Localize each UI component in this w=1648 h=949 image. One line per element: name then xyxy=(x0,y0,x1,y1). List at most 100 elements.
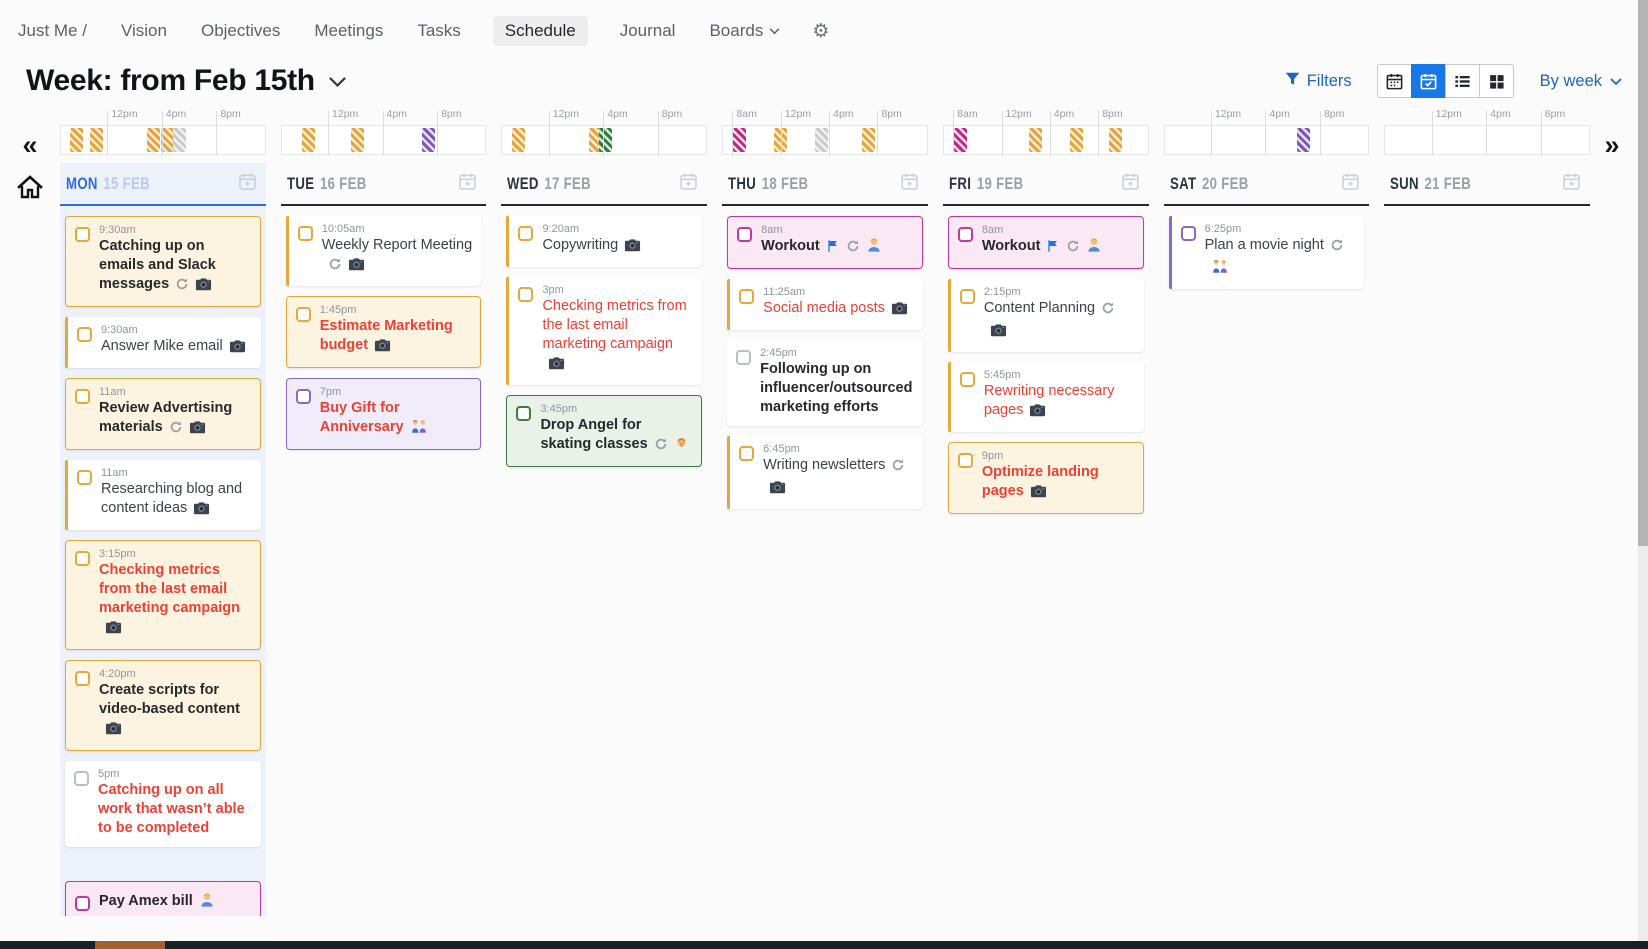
nav-item-vision[interactable]: Vision xyxy=(119,16,169,46)
list-view-button[interactable] xyxy=(1445,64,1480,98)
nav-item-meetings[interactable]: Meetings xyxy=(312,16,385,46)
task-checkbox[interactable] xyxy=(75,551,90,566)
task-card[interactable]: 5pmCatching up on all work that wasn’t a… xyxy=(65,761,261,847)
task-card[interactable]: 6:45pmWriting newsletters xyxy=(727,436,923,509)
week-title-dropdown[interactable]: Week: from Feb 15th xyxy=(26,64,346,98)
filters-button[interactable]: Filters xyxy=(1285,72,1352,91)
timeline-tick-label: 4pm xyxy=(829,108,853,120)
horizontal-scrollbar-thumb[interactable] xyxy=(95,941,165,949)
horizontal-scrollbar[interactable] xyxy=(0,941,1648,949)
task-checkbox[interactable] xyxy=(960,372,975,387)
day-header-sat[interactable]: SAT20 FEB xyxy=(1164,163,1370,206)
task-checkbox[interactable] xyxy=(296,389,311,404)
task-card[interactable]: 2:45pmFollowing up on influencer/outsour… xyxy=(727,340,923,426)
task-card[interactable]: 11:25amSocial media posts xyxy=(727,279,923,330)
task-checkbox[interactable] xyxy=(736,350,751,365)
planner-view-button[interactable] xyxy=(1411,64,1446,98)
timeline-tick-label: 4pm xyxy=(603,108,627,120)
home-button[interactable] xyxy=(17,175,43,204)
next-week-button[interactable]: » xyxy=(1604,132,1619,159)
task-card[interactable]: 3pmChecking metrics from the last email … xyxy=(506,277,702,385)
task-checkbox[interactable] xyxy=(77,327,92,342)
task-checkbox[interactable] xyxy=(1181,226,1196,241)
task-card[interactable]: 11amReview Advertising materials xyxy=(65,378,261,450)
day-header-wed[interactable]: WED17 FEB xyxy=(501,163,707,206)
task-checkbox[interactable] xyxy=(77,470,92,485)
task-checkbox[interactable] xyxy=(958,453,973,468)
task-title-row: Researching blog and content ideas xyxy=(101,480,253,521)
task-card[interactable]: 3:15pmChecking metrics from the last ema… xyxy=(65,540,261,650)
day-header-tue[interactable]: TUE16 FEB xyxy=(281,163,487,206)
task-card[interactable]: 6:25pmPlan a movie night xyxy=(1169,216,1365,289)
task-card[interactable]: 3:45pmDrop Angel for skating classes xyxy=(506,395,702,467)
task-checkbox[interactable] xyxy=(75,671,90,686)
calendar-add-icon[interactable] xyxy=(899,171,920,197)
task-checkbox[interactable] xyxy=(518,226,533,241)
calendar-add-icon[interactable] xyxy=(237,171,258,197)
task-checkbox[interactable] xyxy=(296,307,311,322)
previous-week-button[interactable]: « xyxy=(22,132,37,159)
vertical-scrollbar[interactable] xyxy=(1638,0,1648,941)
task-card[interactable]: 5:45pmRewriting necessary pages xyxy=(948,362,1144,432)
task-card[interactable]: 9:20amCopywriting xyxy=(506,216,702,267)
task-checkbox[interactable] xyxy=(75,896,90,911)
calendar-add-icon[interactable] xyxy=(457,171,478,197)
grid-view-button[interactable] xyxy=(1479,64,1514,98)
timeline-track xyxy=(1164,125,1370,155)
nav-item-schedule[interactable]: Schedule xyxy=(493,16,588,46)
task-card[interactable]: 8amWorkout xyxy=(727,216,923,269)
task-card[interactable]: 9:30amCatching up on emails and Slack me… xyxy=(65,216,261,307)
nav-item-tasks[interactable]: Tasks xyxy=(415,16,462,46)
day-header-sun[interactable]: SUN21 FEB xyxy=(1384,163,1590,206)
task-checkbox[interactable] xyxy=(74,771,89,786)
gear-icon[interactable]: ⚙ xyxy=(812,20,829,42)
task-checkbox[interactable] xyxy=(75,227,90,242)
nav-item-journal[interactable]: Journal xyxy=(618,16,678,46)
timeline-tick-label: 4pm xyxy=(1265,108,1289,120)
nav-item-boards[interactable]: Boards xyxy=(707,16,782,46)
day-task-list-mon: 9:30amCatching up on emails and Slack me… xyxy=(60,206,266,916)
task-card[interactable]: 8amWorkout xyxy=(948,216,1144,269)
task-checkbox[interactable] xyxy=(518,287,533,302)
task-checkbox[interactable] xyxy=(960,289,975,304)
nav-item-label: Journal xyxy=(620,21,676,41)
timeline-tick-label: 12pm xyxy=(1211,108,1241,120)
task-checkbox[interactable] xyxy=(298,226,313,241)
nav-item-just-me[interactable]: Just Me / xyxy=(16,16,89,46)
task-card[interactable]: 9pmOptimize landing pages xyxy=(948,442,1144,514)
camera-icon xyxy=(229,339,246,359)
calendar-view-button[interactable] xyxy=(1377,64,1412,98)
calendar-add-icon[interactable] xyxy=(1120,171,1141,197)
task-card[interactable]: 2:15pmContent Planning xyxy=(948,279,1144,352)
day-header-fri[interactable]: FRI19 FEB xyxy=(943,163,1149,206)
timeline-tick-label: 8am xyxy=(953,108,977,120)
task-card[interactable]: 10:05amWeekly Report Meeting xyxy=(286,216,482,286)
task-checkbox[interactable] xyxy=(75,389,90,404)
task-card[interactable]: 1:45pmEstimate Marketing budget xyxy=(286,296,482,368)
calendar-add-icon[interactable] xyxy=(678,171,699,197)
task-card[interactable]: Pay Amex bill xyxy=(65,881,261,916)
task-card[interactable]: 4:20pmCreate scripts for video-based con… xyxy=(65,660,261,751)
task-checkbox[interactable] xyxy=(739,446,754,461)
task-card[interactable]: 7pmBuy Gift for Anniversary xyxy=(286,378,482,450)
task-title-row: Writing newsletters xyxy=(763,456,915,500)
task-checkbox[interactable] xyxy=(516,406,531,421)
task-time: 9pm xyxy=(982,450,1135,462)
calendar-add-icon[interactable] xyxy=(1340,171,1361,197)
day-header-thu[interactable]: THU18 FEB xyxy=(722,163,928,206)
day-body-sun: SUN21 FEB xyxy=(1384,163,1590,916)
camera-icon xyxy=(193,501,210,521)
task-checkbox[interactable] xyxy=(958,227,973,242)
day-header-text: FRI19 FEB xyxy=(949,175,1024,194)
nav-item-objectives[interactable]: Objectives xyxy=(199,16,282,46)
task-card[interactable]: 9:30amAnswer Mike email xyxy=(65,317,261,368)
task-checkbox[interactable] xyxy=(739,289,754,304)
task-title: Catching up on all work that wasn’t able… xyxy=(98,782,245,836)
range-selector[interactable]: By week xyxy=(1540,72,1622,91)
refresh-icon xyxy=(175,277,189,297)
vertical-scrollbar-thumb[interactable] xyxy=(1638,0,1648,546)
day-header-mon[interactable]: MON15 FEB xyxy=(60,163,266,206)
task-checkbox[interactable] xyxy=(737,227,752,242)
task-card[interactable]: 11amResearching blog and content ideas xyxy=(65,460,261,530)
calendar-add-icon[interactable] xyxy=(1561,171,1582,197)
